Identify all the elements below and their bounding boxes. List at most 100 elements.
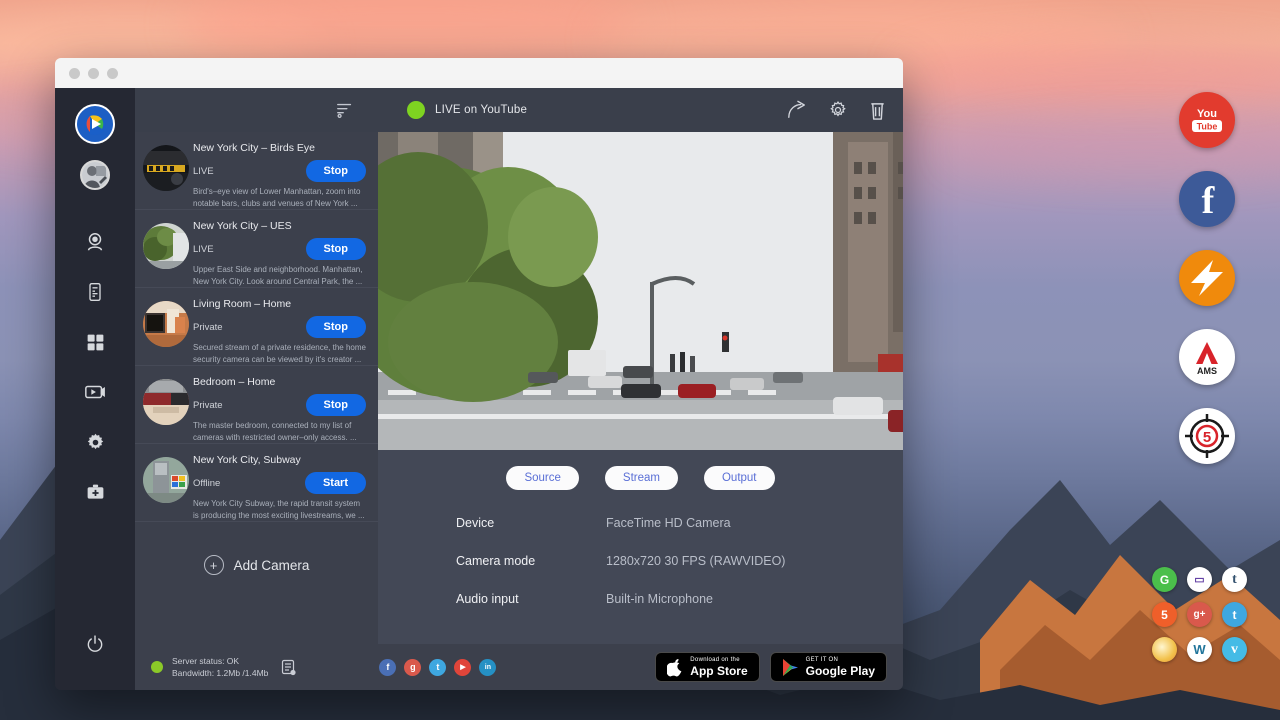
sidebar-item-settings[interactable] (73, 420, 117, 464)
sidebar-item-support[interactable] (73, 470, 117, 514)
tab-output[interactable]: Output (704, 466, 775, 490)
camera-thumbnail (143, 145, 189, 191)
sidebar-item-power[interactable] (73, 622, 117, 666)
list-item[interactable]: Living Room – Home Private Stop Secured … (135, 288, 378, 366)
camera-action-button[interactable]: Stop (306, 394, 366, 416)
facebook-link[interactable]: f (379, 659, 396, 676)
camera-description: New York City Subway, the rapid transit … (193, 498, 366, 521)
camera-action-button[interactable]: Start (305, 472, 366, 494)
twitch-mini-icon[interactable]: ▭ (1187, 567, 1212, 592)
youtube-link[interactable]: ▶ (454, 659, 471, 676)
adobe-ams-dock-icon[interactable]: AMS (1179, 329, 1235, 385)
sidebar-item-devices[interactable] (73, 270, 117, 314)
power-icon (85, 634, 105, 654)
add-camera-label: Add Camera (234, 558, 310, 573)
detail-label: Device (456, 516, 606, 530)
detail-tabs: Source Stream Output (378, 450, 903, 494)
camera-description: Bird's–eye view of Lower Manhattan, zoom… (193, 186, 366, 209)
list-item[interactable]: New York City – Birds Eye LIVE Stop Bird… (135, 132, 378, 210)
camera-title: New York City – Birds Eye (193, 142, 366, 154)
toolbar-actions (786, 100, 887, 121)
add-camera-button[interactable]: + Add Camera (135, 538, 378, 592)
store-badges: Download on the App Store (655, 652, 887, 682)
camera-thumbnail (143, 223, 189, 269)
list-item[interactable]: New York City, Subway Offline Start New … (135, 444, 378, 522)
adobe-ams-icon: AMS (1185, 337, 1229, 377)
sort-filter-button[interactable] (331, 101, 359, 119)
gumroad-mini-icon[interactable]: G (1152, 567, 1177, 592)
detail-row: Device FaceTime HD Camera (456, 516, 903, 530)
app-logo[interactable] (75, 104, 115, 144)
detail-label: Audio input (456, 592, 606, 606)
twitter-link[interactable]: t (429, 659, 446, 676)
first-aid-kit-icon (85, 482, 106, 503)
detail-value: FaceTime HD Camera (606, 516, 731, 530)
close-button[interactable] (69, 68, 80, 79)
camera-action-button[interactable]: Stop (306, 238, 366, 260)
video-tv-icon (84, 381, 106, 403)
tab-source[interactable]: Source (506, 466, 578, 490)
settings-button[interactable] (828, 100, 848, 120)
detail-row: Audio input Built-in Microphone (456, 592, 903, 606)
sidebar-item-broadcasts[interactable] (73, 370, 117, 414)
living-room-thumb (143, 301, 189, 347)
svg-text:AMS: AMS (1197, 366, 1217, 376)
app-store-badge[interactable]: Download on the App Store (655, 652, 759, 682)
detail-value: 1280x720 30 FPS (RAWVIDEO) (606, 554, 785, 568)
target-five-icon: 5 (1183, 412, 1231, 460)
user-avatar[interactable] (80, 160, 110, 190)
gear-icon (85, 432, 106, 453)
content-area: New York City – Birds Eye LIVE Stop Bird… (135, 132, 903, 644)
five-mini-icon[interactable]: 5 (1152, 602, 1177, 627)
camera-title: New York City – UES (193, 220, 366, 232)
linkedin-link[interactable]: in (479, 659, 496, 676)
googleplus-mini-icon[interactable]: g+ (1187, 602, 1212, 627)
facebook-icon: f (1192, 180, 1222, 218)
camera-action-button[interactable]: Stop (306, 316, 366, 338)
camera-thumbnail (143, 301, 189, 347)
gear-icon (828, 100, 848, 120)
nyc-ues-thumb (143, 223, 189, 269)
camera-list: New York City – Birds Eye LIVE Stop Bird… (135, 132, 378, 644)
camera-state: LIVE (193, 244, 214, 255)
bandwidth-label: Bandwidth: 1.2Mb /1.4Mb (172, 668, 268, 678)
flare-mini-icon[interactable] (1152, 637, 1177, 662)
youtube-dock-icon[interactable]: You Tube (1179, 92, 1235, 148)
sidebar-item-dashboard[interactable] (73, 320, 117, 364)
list-item[interactable]: Bedroom – Home Private Stop The master b… (135, 366, 378, 444)
wowza-dock-icon[interactable] (1179, 250, 1235, 306)
camera-title: Living Room – Home (193, 298, 366, 310)
sidebar-item-cameras[interactable] (73, 220, 117, 264)
svg-text:5: 5 (1203, 429, 1211, 446)
svg-text:Tube: Tube (1197, 122, 1218, 132)
share-button[interactable] (786, 100, 808, 120)
app-window: LIVE on YouTube (55, 58, 903, 690)
facebook-dock-icon[interactable]: f (1179, 171, 1235, 227)
vimeo-mini-icon[interactable]: v (1222, 637, 1247, 662)
twitter-mini-icon[interactable]: t (1222, 602, 1247, 627)
log-button[interactable] (281, 659, 297, 676)
delete-button[interactable] (868, 100, 887, 121)
left-sidebar (55, 88, 135, 690)
tab-stream[interactable]: Stream (605, 466, 678, 490)
play-logo-icon (83, 112, 107, 136)
live-status-indicator: LIVE on YouTube (407, 101, 527, 119)
app-store-small-label: Download on the (690, 657, 747, 663)
webcam-icon (84, 231, 106, 253)
grid-icon (85, 332, 106, 353)
server-status-dot-icon (151, 661, 163, 673)
wordpress-mini-icon[interactable]: W (1187, 637, 1212, 662)
detail-value: Built-in Microphone (606, 592, 713, 606)
plus-icon: + (204, 555, 224, 575)
video-preview[interactable] (378, 132, 903, 450)
google-plus-link[interactable]: g (404, 659, 421, 676)
list-item[interactable]: New York City – UES LIVE Stop Upper East… (135, 210, 378, 288)
google-play-badge[interactable]: GET IT ON Google Play (770, 652, 887, 682)
server-status-label: Server status: OK (172, 656, 239, 666)
maximize-button[interactable] (107, 68, 118, 79)
camera-action-button[interactable]: Stop (306, 160, 366, 182)
minimize-button[interactable] (88, 68, 99, 79)
camera-description: Secured stream of a private residence, t… (193, 342, 366, 365)
tumblr-mini-icon[interactable]: t (1222, 567, 1247, 592)
target5-dock-icon[interactable]: 5 (1179, 408, 1235, 464)
